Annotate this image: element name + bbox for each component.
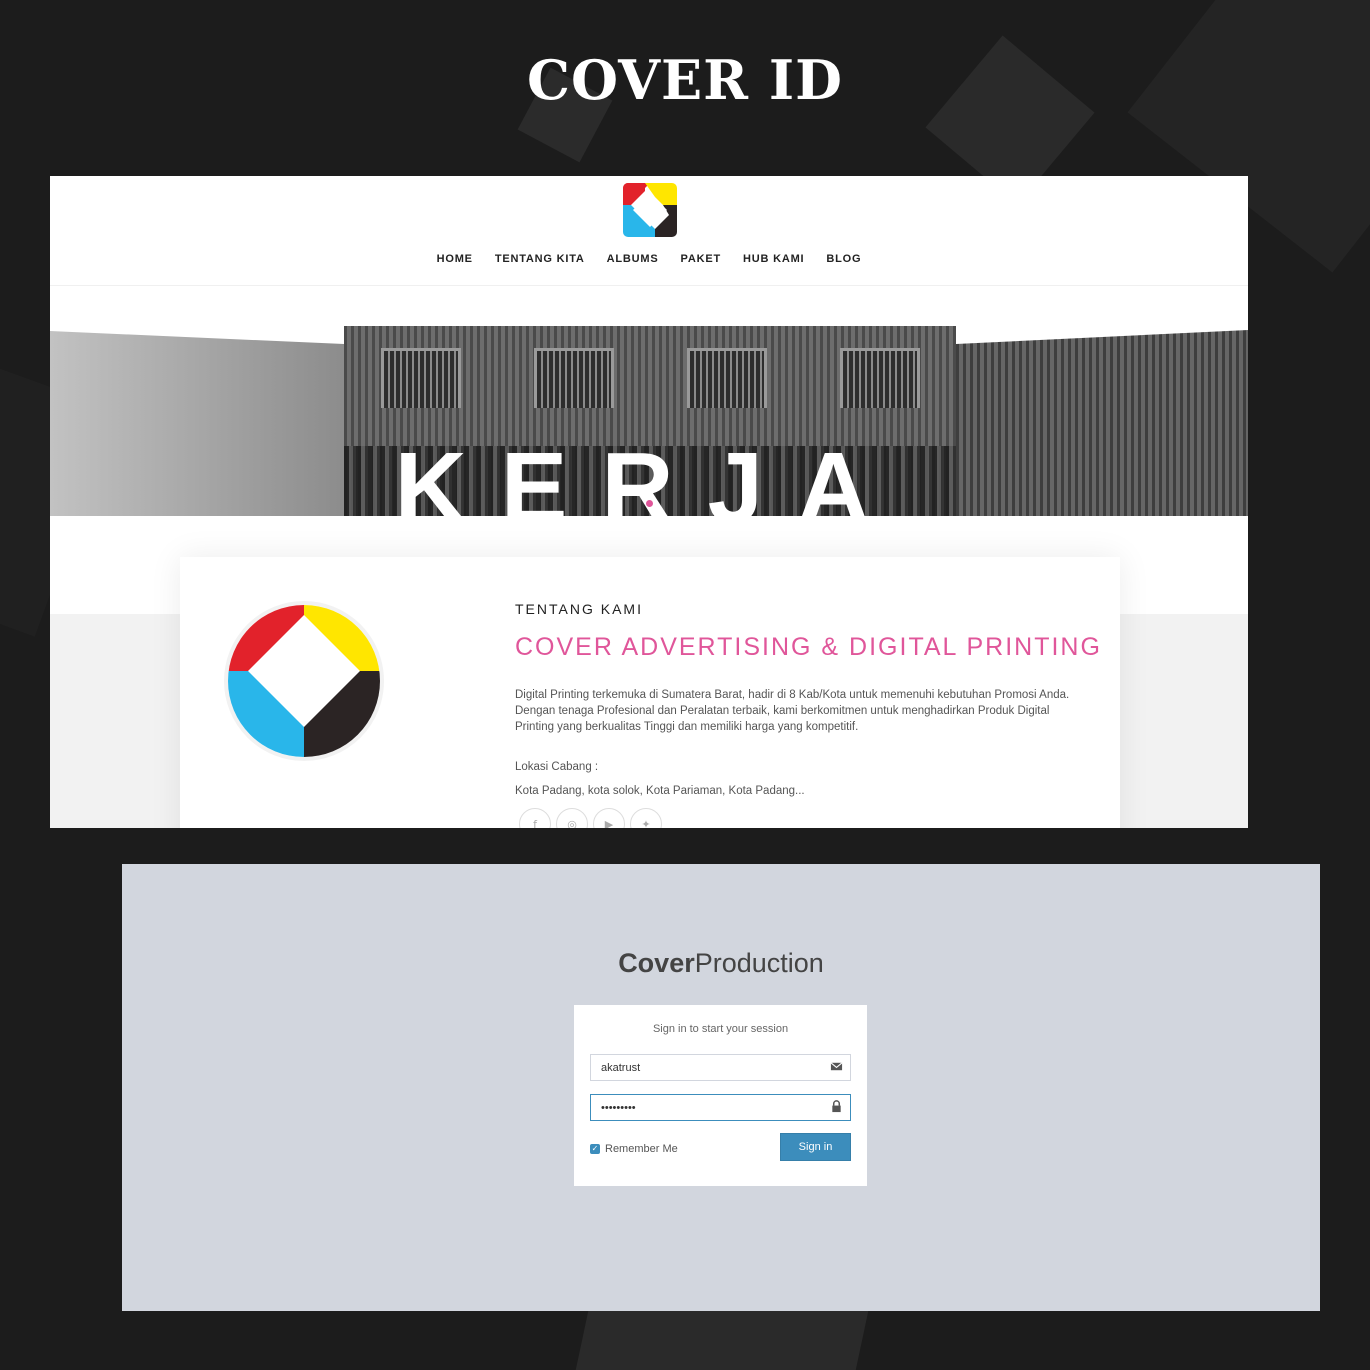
nav-paket[interactable]: PAKET <box>681 253 721 265</box>
nav-hub-kami[interactable]: HUB KAMI <box>743 253 804 265</box>
nav-home[interactable]: HOME <box>437 253 473 265</box>
showcase-title: COVER ID <box>527 48 843 112</box>
brand-logo-icon[interactable] <box>623 183 677 237</box>
main-nav: HOME TENTANG KITA ALBUMS PAKET HUB KAMI … <box>50 253 1248 265</box>
about-title: COVER ADVERTISING & DIGITAL PRINTING <box>515 633 1102 661</box>
remember-label: Remember Me <box>605 1143 678 1155</box>
login-box: Sign in to start your session ✓ Remember… <box>574 1005 867 1186</box>
login-logo[interactable]: CoverProduction <box>122 948 1320 979</box>
hero-heading: KERJA <box>394 432 904 544</box>
login-message: Sign in to start your session <box>652 1023 789 1035</box>
slider-dot[interactable] <box>646 500 653 507</box>
password-field[interactable] <box>590 1094 851 1121</box>
branch-list: Kota Padang, kota solok, Kota Pariaman, … <box>515 785 805 797</box>
site-header: HOME TENTANG KITA ALBUMS PAKET HUB KAMI … <box>50 176 1248 286</box>
about-kicker: TENTANG KAMI <box>515 601 643 617</box>
youtube-icon[interactable]: ▶ <box>593 808 625 828</box>
signin-button[interactable]: Sign in <box>780 1133 851 1161</box>
remember-me[interactable]: ✓ Remember Me <box>590 1143 678 1155</box>
twitter-icon[interactable]: ✦ <box>630 808 662 828</box>
hero-slider: KERJA <box>50 326 1248 538</box>
instagram-icon[interactable]: ◎ <box>556 808 588 828</box>
password-input[interactable] <box>591 1095 811 1120</box>
hero-windows <box>344 348 956 408</box>
company-logo-icon <box>224 601 384 761</box>
envelope-icon <box>830 1062 843 1071</box>
lock-icon <box>832 1100 841 1113</box>
facebook-icon[interactable]: f <box>519 808 551 828</box>
login-screenshot: CoverProduction Sign in to start your se… <box>122 864 1320 1311</box>
website-screenshot: HOME TENTANG KITA ALBUMS PAKET HUB KAMI … <box>50 176 1248 828</box>
about-description: Digital Printing terkemuka di Sumatera B… <box>515 689 1070 733</box>
email-field[interactable] <box>590 1054 851 1081</box>
branch-label: Lokasi Cabang : <box>515 761 599 773</box>
login-logo-bold: Cover <box>618 948 695 978</box>
remember-checkbox[interactable]: ✓ <box>590 1144 600 1154</box>
nav-albums[interactable]: ALBUMS <box>607 253 659 265</box>
nav-blog[interactable]: BLOG <box>826 253 861 265</box>
about-card: TENTANG KAMI COVER ADVERTISING & DIGITAL… <box>180 557 1120 828</box>
email-input[interactable] <box>591 1055 811 1080</box>
social-links: f ◎ ▶ ✦ <box>519 808 662 828</box>
login-logo-light: Production <box>694 948 824 978</box>
nav-tentang-kita[interactable]: TENTANG KITA <box>495 253 585 265</box>
